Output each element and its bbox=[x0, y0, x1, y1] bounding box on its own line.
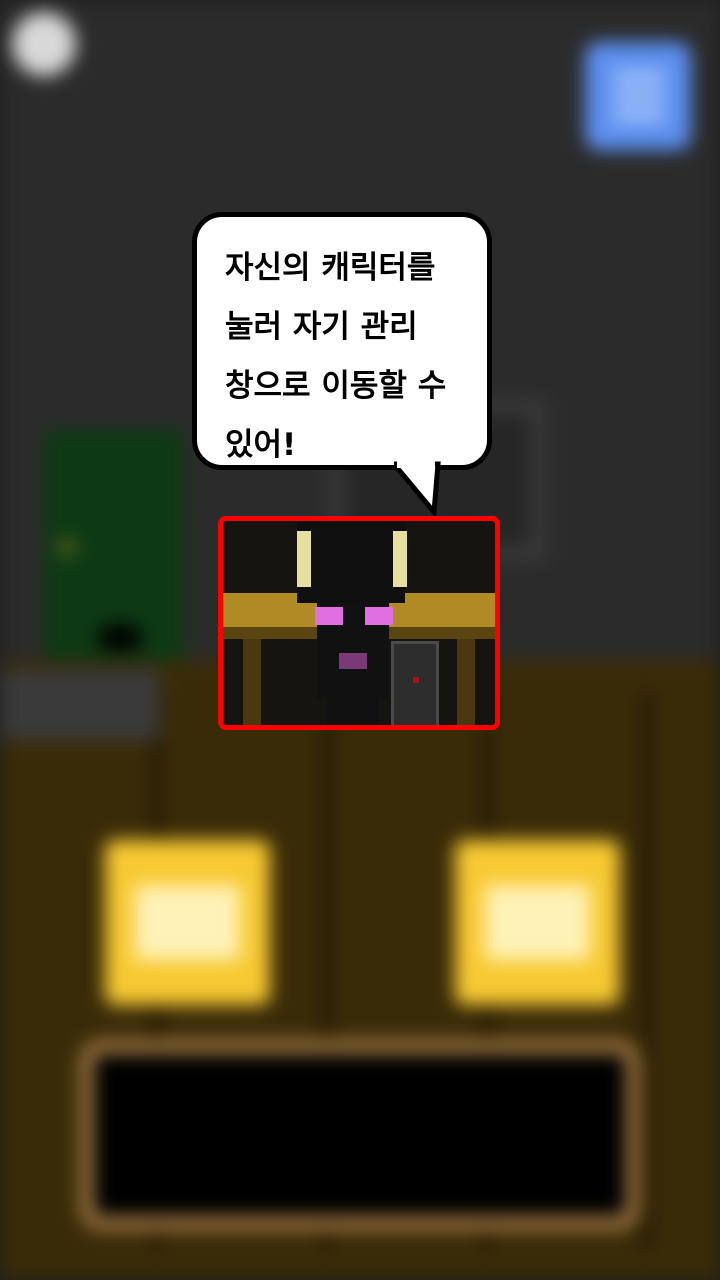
character-feet bbox=[327, 699, 379, 725]
character-belt bbox=[339, 653, 367, 669]
tutorial-message: 자신의 캐릭터를 눌러 자기 관리 창으로 이동할 수 있어! bbox=[225, 250, 447, 463]
message-panel bbox=[80, 1040, 640, 1230]
envelope-icon bbox=[485, 885, 590, 960]
desk-leg bbox=[457, 639, 475, 725]
hamburger-icon-bar bbox=[613, 92, 665, 100]
character-highlight[interactable] bbox=[218, 516, 500, 730]
desk-leg bbox=[243, 639, 261, 725]
floor-plank-line bbox=[640, 690, 654, 1250]
hamburger-icon-bar bbox=[613, 112, 665, 120]
profile-avatar-icon[interactable] bbox=[12, 12, 76, 76]
mail-button-right[interactable] bbox=[455, 840, 620, 1005]
character-bow bbox=[365, 607, 393, 625]
hair-highlight bbox=[393, 531, 407, 587]
character-bow bbox=[315, 607, 343, 625]
tutorial-speech-bubble: 자신의 캐릭터를 눌러 자기 관리 창으로 이동할 수 있어! bbox=[192, 212, 492, 470]
speech-bubble-tail bbox=[394, 460, 441, 516]
character-hair bbox=[297, 521, 405, 603]
envelope-icon bbox=[135, 885, 240, 960]
menu-button[interactable] bbox=[585, 42, 691, 150]
doormat bbox=[100, 625, 140, 650]
hair-highlight bbox=[297, 531, 311, 587]
door-knob bbox=[60, 540, 74, 554]
hamburger-icon bbox=[613, 72, 665, 80]
chair-detail bbox=[413, 677, 419, 683]
mail-button-left[interactable] bbox=[105, 840, 270, 1005]
chair bbox=[391, 641, 439, 725]
rug bbox=[0, 670, 160, 740]
